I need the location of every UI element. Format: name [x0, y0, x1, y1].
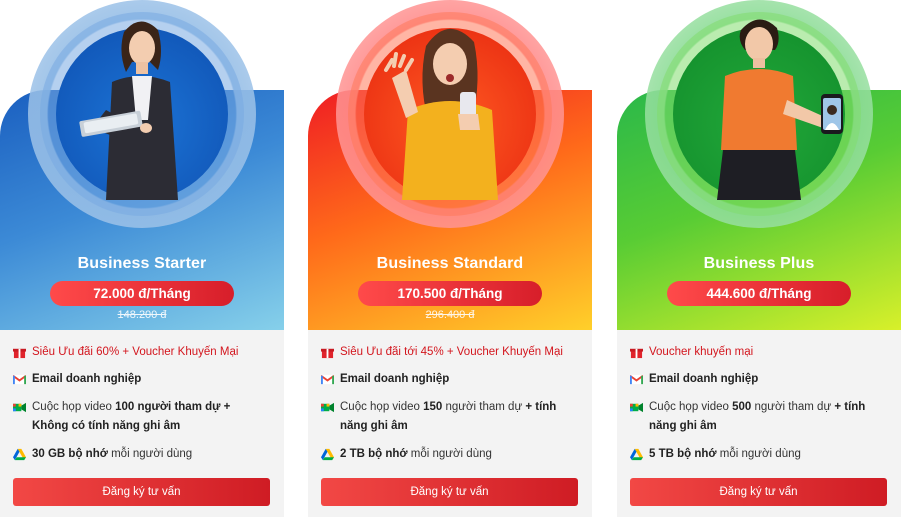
feature-video: Cuộc họp video 100 người tham dự + Không … [13, 398, 275, 436]
plan-name: Business Plus [703, 255, 815, 272]
gmail-icon [321, 374, 334, 385]
plan-card-business-starter: Business Starter 72.000 đ/Tháng 148.200 … [0, 0, 284, 517]
google-drive-icon [630, 448, 643, 461]
feature-email: Email doanh nghiệp [321, 370, 583, 389]
google-meet-icon [321, 402, 334, 413]
plan-card-business-standard: Business Standard 170.500 đ/Tháng 296.40… [308, 0, 592, 517]
feature-storage: 5 TB bộ nhớ mỗi người dùng [630, 445, 892, 464]
register-consult-button[interactable]: Đăng ký tư vấn [321, 478, 578, 506]
register-consult-button[interactable]: Đăng ký tư vấn [630, 478, 887, 506]
plan-card-business-plus: Business Plus 444.600 đ/Tháng Voucher kh… [617, 0, 901, 517]
gift-icon [630, 348, 643, 359]
price-badge: 72.000 đ/Tháng [50, 281, 234, 306]
gift-icon [13, 348, 26, 359]
feature-storage: 30 GB bộ nhớ mỗi người dùng [13, 445, 275, 464]
gmail-icon [630, 374, 643, 385]
price-badge: 444.600 đ/Tháng [667, 281, 851, 306]
feature-promo: Siêu Ưu đãi 60% + Voucher Khuyến Mại [13, 343, 275, 362]
feature-storage: 2 TB bộ nhớ mỗi người dùng [321, 445, 583, 464]
feature-promo: Siêu Ưu đãi tới 45% + Voucher Khuyến Mại [321, 343, 583, 362]
google-meet-icon [630, 402, 643, 413]
google-meet-icon [13, 402, 26, 413]
google-drive-icon [13, 448, 26, 461]
feature-promo: Voucher khuyến mại [630, 343, 892, 362]
plan-features: Siêu Ưu đãi 60% + Voucher Khuyến Mại Ema… [0, 330, 284, 517]
gift-icon [321, 348, 334, 359]
feature-video: Cuộc họp video 150 người tham dự + tính … [321, 398, 583, 436]
old-price: 296.400 đ [425, 309, 475, 321]
feature-video: Cuộc họp video 500 người tham dự + tính … [630, 398, 892, 436]
plan-name: Business Standard [376, 255, 524, 272]
plan-features: Siêu Ưu đãi tới 45% + Voucher Khuyến Mại… [308, 330, 592, 517]
plan-name: Business Starter [77, 255, 207, 272]
model-photo-businesswoman [79, 21, 178, 200]
gmail-icon [13, 374, 26, 385]
google-drive-icon [321, 448, 334, 461]
old-price: 148.200 đ [117, 309, 167, 321]
register-consult-button[interactable]: Đăng ký tư vấn [13, 478, 270, 506]
feature-email: Email doanh nghiệp [13, 370, 275, 389]
feature-email: Email doanh nghiệp [630, 370, 892, 389]
plan-features: Voucher khuyến mại Email doanh nghiệp Cu… [617, 330, 901, 517]
model-photo-woman-video-call [717, 19, 843, 200]
model-photo-woman-phone [384, 28, 498, 200]
price-badge: 170.500 đ/Tháng [358, 281, 542, 306]
